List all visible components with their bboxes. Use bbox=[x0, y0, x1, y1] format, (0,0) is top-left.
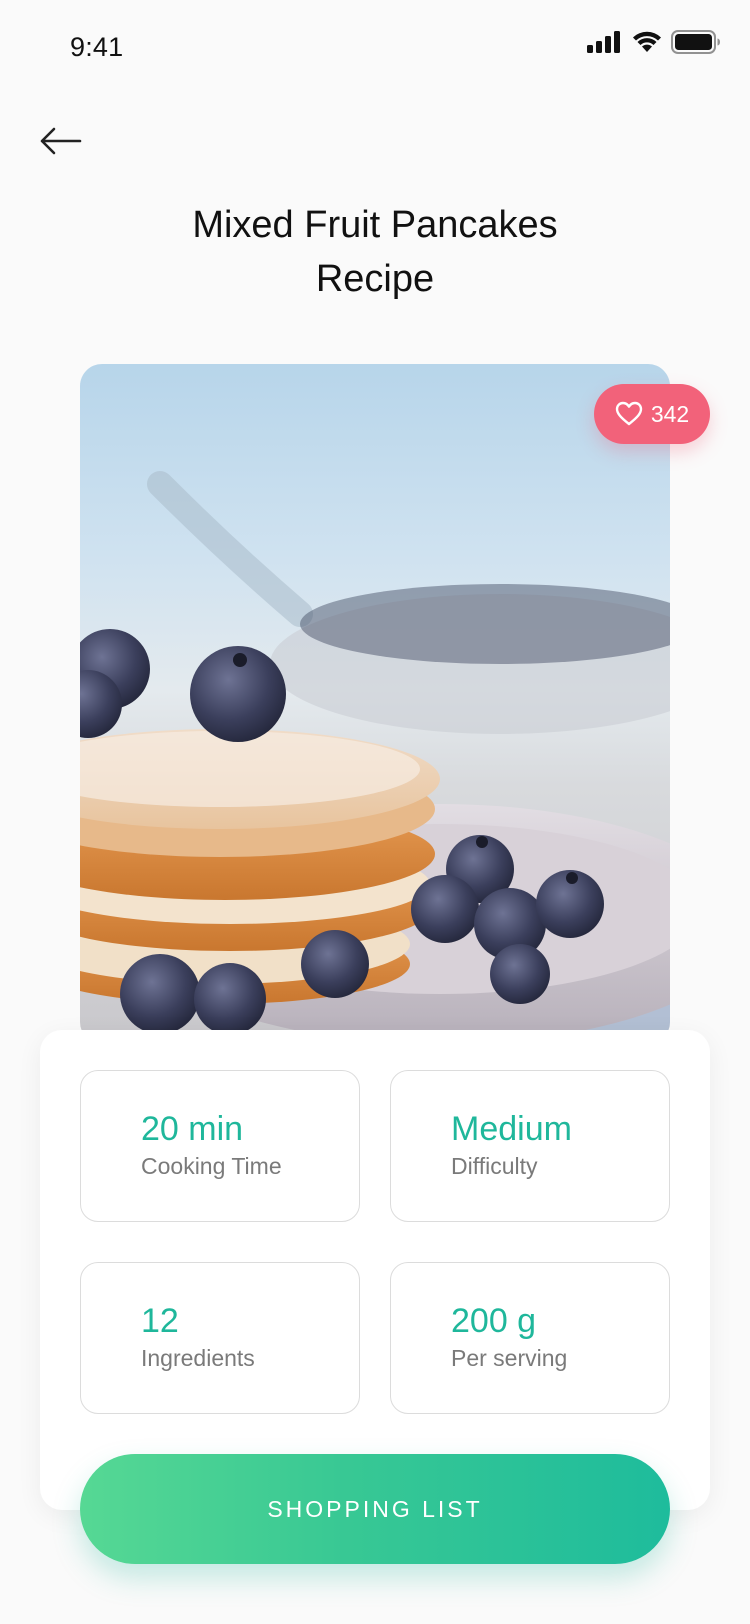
stat-label: Per serving bbox=[451, 1345, 568, 1371]
shopping-list-button[interactable]: SHOPPING LIST bbox=[80, 1454, 670, 1564]
wifi-icon bbox=[633, 31, 661, 52]
page-title: Mixed Fruit Pancakes Recipe bbox=[150, 198, 600, 306]
stat-label: Cooking Time bbox=[141, 1153, 282, 1179]
stat-per-serving: 200 g Per serving bbox=[390, 1262, 670, 1414]
back-button[interactable] bbox=[36, 120, 84, 162]
stat-value: 20 min bbox=[141, 1110, 244, 1148]
shopping-list-label: SHOPPING LIST bbox=[267, 1495, 483, 1522]
like-count: 342 bbox=[650, 400, 690, 427]
stat-value: 12 bbox=[141, 1302, 179, 1340]
recipe-hero-image bbox=[80, 364, 670, 1044]
pancakes-illustration bbox=[80, 471, 670, 1044]
page-title-line-2: Recipe bbox=[315, 258, 435, 300]
arrow-left-icon bbox=[40, 127, 82, 155]
stat-difficulty: Medium Difficulty bbox=[390, 1070, 670, 1222]
recipe-detail-screen: 9:41 Mixed Fruit Pancakes Recipe 342 20 … bbox=[0, 0, 750, 1624]
status-icons bbox=[587, 30, 721, 54]
heart-outline-icon bbox=[615, 401, 643, 426]
status-time: 9:41 bbox=[70, 32, 124, 62]
stat-value: Medium bbox=[451, 1110, 572, 1148]
stat-label: Difficulty bbox=[451, 1153, 538, 1179]
page-title-line-1: Mixed Fruit Pancakes bbox=[192, 204, 558, 246]
like-button[interactable]: 342 bbox=[594, 384, 710, 444]
stat-value: 200 g bbox=[451, 1302, 537, 1340]
cellular-signal-icon bbox=[587, 31, 620, 53]
battery-icon bbox=[671, 30, 720, 54]
stat-cooking-time: 20 min Cooking Time bbox=[80, 1070, 360, 1222]
stat-ingredients: 12 Ingredients bbox=[80, 1262, 360, 1414]
stat-label: Ingredients bbox=[141, 1345, 255, 1371]
recipe-info-card: 20 min Cooking Time Medium Difficulty 12… bbox=[40, 1030, 710, 1510]
